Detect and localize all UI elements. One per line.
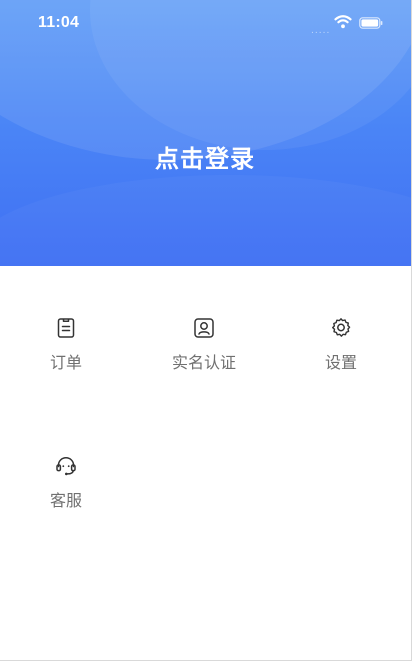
profile-screen: 11:04 ..... 点击登录 订单 实名认证 设置 客服 — [0, 0, 412, 661]
wifi-icon — [334, 15, 352, 29]
menu-item-verify[interactable]: 实名认证 — [149, 316, 259, 396]
gear-icon — [332, 318, 351, 337]
header-glow — [0, 175, 411, 266]
menu-label: 实名认证 — [171, 353, 236, 372]
signal-icon: ..... — [311, 26, 331, 36]
profile-header: 11:04 ..... 点击登录 — [0, 0, 411, 266]
menu-item-service[interactable]: 客服 — [11, 454, 121, 534]
headset-icon — [56, 457, 76, 476]
menu-item-orders[interactable]: 订单 — [11, 316, 121, 396]
menu-item-settings[interactable]: 设置 — [286, 316, 396, 396]
menu-grid: 订单 实名认证 设置 客服 — [0, 266, 411, 660]
id-card-icon — [194, 318, 214, 338]
battery-icon — [359, 17, 383, 29]
menu-label: 设置 — [324, 353, 357, 372]
menu-label: 订单 — [49, 353, 82, 372]
status-bar: 11:04 ..... — [0, 0, 411, 48]
login-button[interactable]: 点击登录 — [130, 136, 280, 176]
menu-label: 客服 — [49, 491, 82, 510]
order-icon — [57, 318, 75, 338]
status-time: 11:04 — [38, 14, 80, 31]
